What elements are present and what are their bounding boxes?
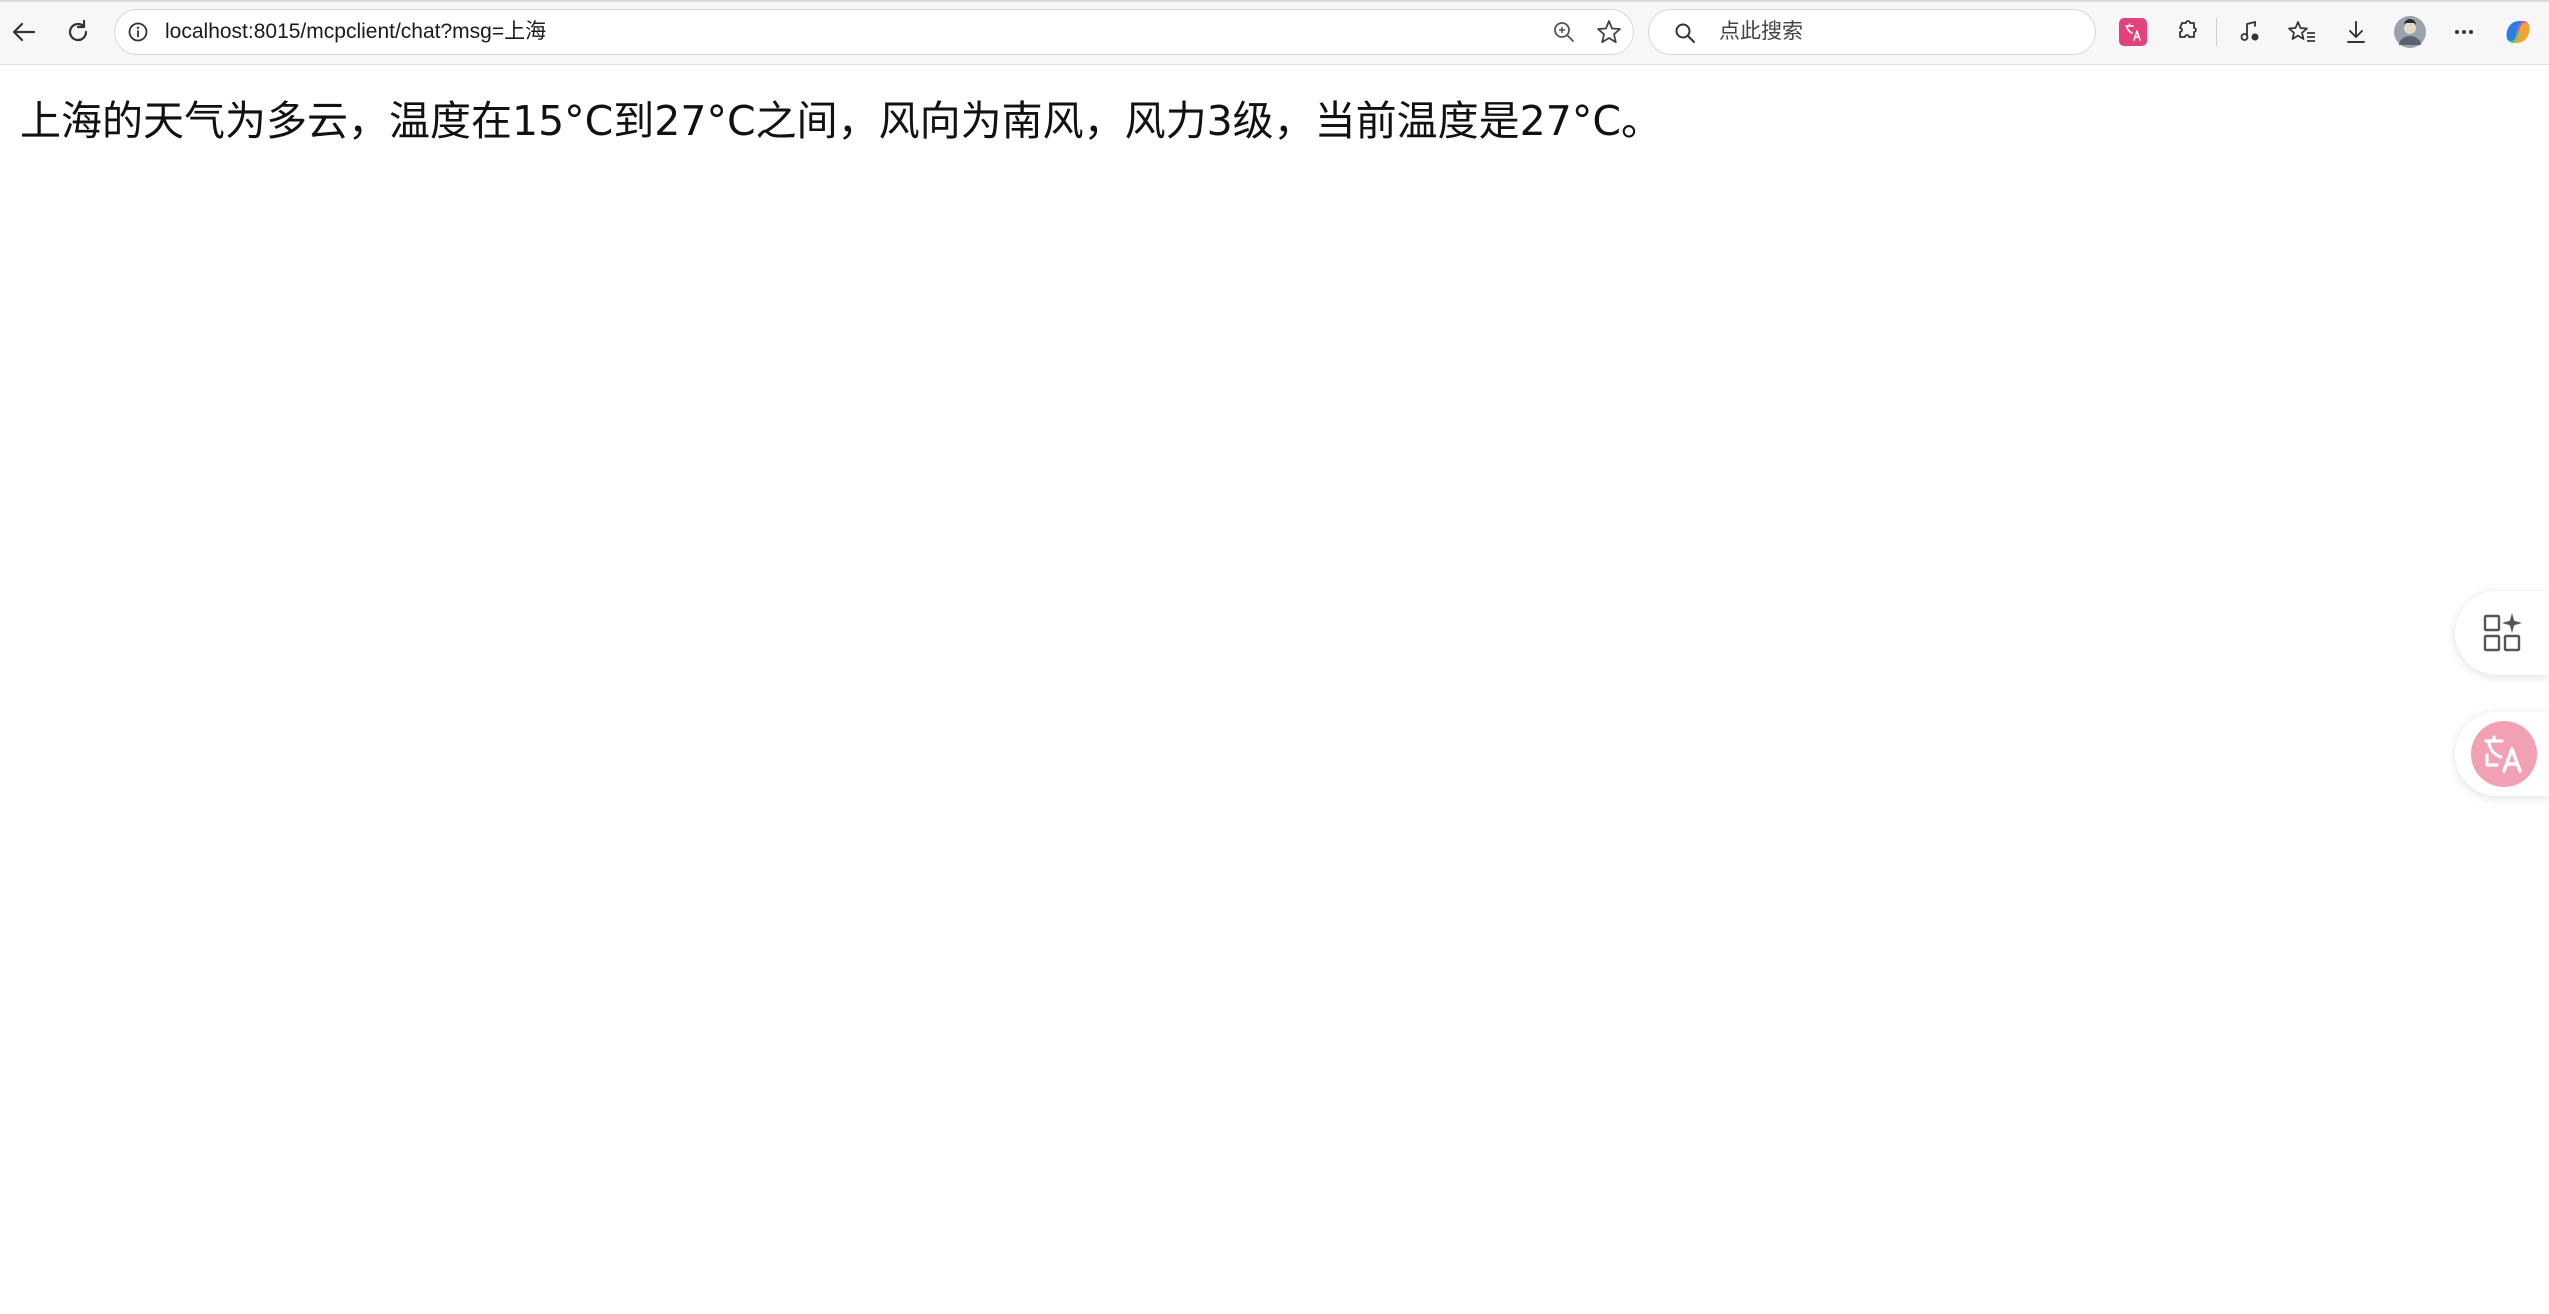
back-button[interactable] (2, 10, 46, 54)
refresh-icon (68, 19, 88, 42)
translate-floating-inner (2471, 721, 2537, 787)
info-icon[interactable] (127, 21, 149, 43)
media-button[interactable] (2228, 10, 2272, 54)
apps-floating-inner (2471, 600, 2537, 666)
copilot-icon (2506, 21, 2530, 43)
copilot-button[interactable] (2496, 10, 2540, 54)
apps-sparkle-icon (2483, 613, 2522, 652)
address-bar[interactable]: localhost:8015/mcpclient/chat?msg=上海 (114, 9, 1634, 55)
more-icon (2455, 30, 2473, 34)
back-icon (12, 22, 36, 42)
url-text[interactable]: localhost:8015/mcpclient/chat?msg=上海 (165, 10, 546, 54)
favorite-star-icon[interactable] (1595, 18, 1623, 46)
tab-strip-edge (0, 0, 2549, 2)
browser-toolbar: localhost:8015/mcpclient/chat?msg=上海 点此搜… (0, 0, 2549, 65)
extensions-icon (2179, 20, 2197, 38)
search-icon (1675, 23, 1695, 43)
refresh-button[interactable] (56, 10, 100, 54)
apps-floating-button[interactable] (2455, 591, 2549, 675)
zoom-icon[interactable] (1551, 19, 1577, 45)
media-icon (2240, 20, 2259, 41)
download-icon (2347, 21, 2365, 43)
more-button[interactable] (2442, 10, 2486, 54)
extensions-button[interactable] (2164, 10, 2208, 54)
toolbar-divider (2216, 18, 2217, 46)
search-placeholder: 点此搜索 (1719, 20, 1803, 43)
translate-floating-button[interactable] (2455, 712, 2549, 796)
translate-extension-icon[interactable] (2119, 18, 2147, 46)
search-box[interactable]: 点此搜索 (1648, 9, 2096, 55)
favorites-icon (2288, 21, 2315, 42)
page-content: 上海的天气为多云，温度在15°C到27°C之间，风向为南风，风力3级，当前温度是… (0, 65, 2549, 1314)
weather-message: 上海的天气为多云，温度在15°C到27°C之间，风向为南风，风力3级，当前温度是… (20, 97, 1662, 145)
favorites-button[interactable] (2280, 10, 2324, 54)
profile-button[interactable] (2388, 10, 2432, 54)
download-button[interactable] (2334, 10, 2378, 54)
profile-avatar (2394, 16, 2426, 48)
translate-glyph-icon (2125, 23, 2141, 41)
translate-icon (2484, 735, 2522, 773)
